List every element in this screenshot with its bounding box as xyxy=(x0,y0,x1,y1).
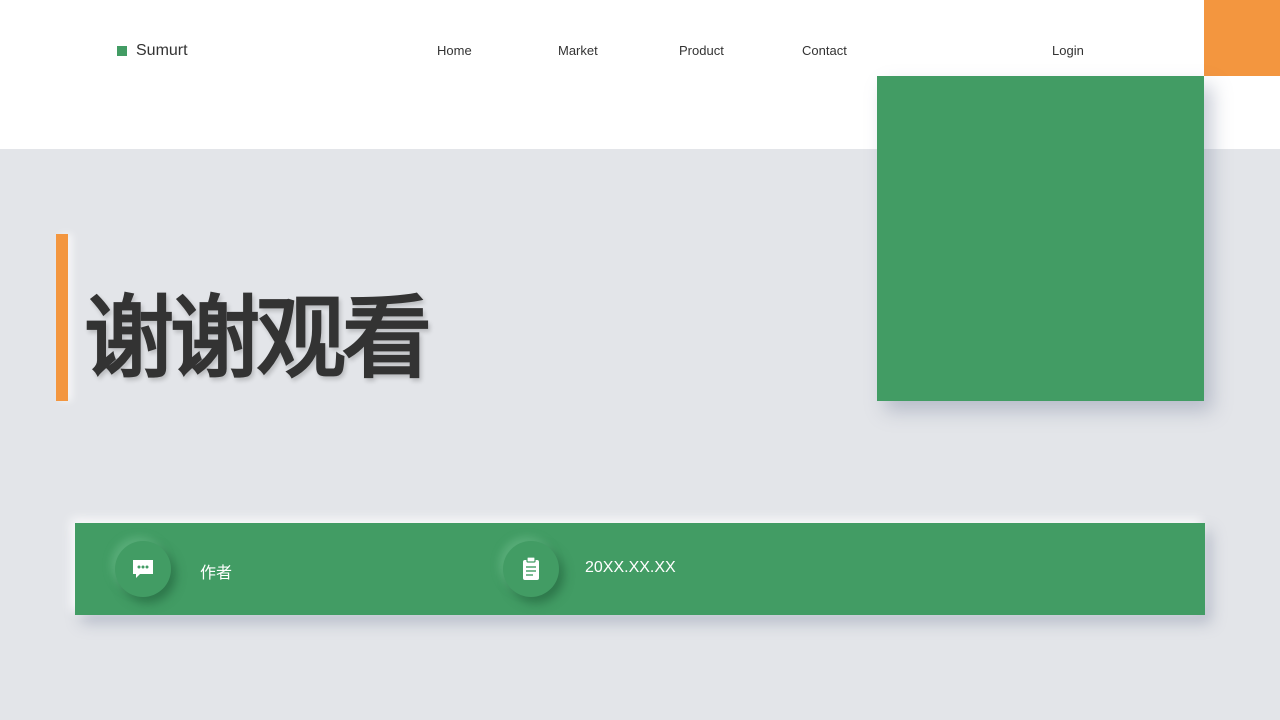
orange-corner-block xyxy=(1204,0,1280,76)
nav-item-home[interactable]: Home xyxy=(437,43,472,58)
login-link[interactable]: Login xyxy=(1052,43,1084,58)
nav-item-market[interactable]: Market xyxy=(558,43,598,58)
brand-name: Sumurt xyxy=(136,42,188,59)
info-bar: 作者 20XX.XX.XX xyxy=(75,523,1205,615)
chat-bubble-icon xyxy=(133,560,153,578)
brand[interactable]: Sumurt xyxy=(117,42,188,60)
date-label: 20XX.XX.XX xyxy=(585,559,676,576)
date-icon-button xyxy=(503,541,559,597)
author-label: 作者 xyxy=(200,565,233,582)
green-image-block xyxy=(877,76,1204,401)
nav-item-contact[interactable]: Contact xyxy=(802,43,847,58)
page-title: 谢谢观看 xyxy=(84,289,432,389)
clipboard-icon xyxy=(523,556,539,580)
title-accent-bar xyxy=(56,234,68,401)
nav-item-product[interactable]: Product xyxy=(679,43,724,58)
author-icon-button xyxy=(115,541,171,597)
slide-page: Sumurt Home Market Product Contact Login… xyxy=(0,0,1280,720)
brand-logo-square xyxy=(117,46,127,56)
